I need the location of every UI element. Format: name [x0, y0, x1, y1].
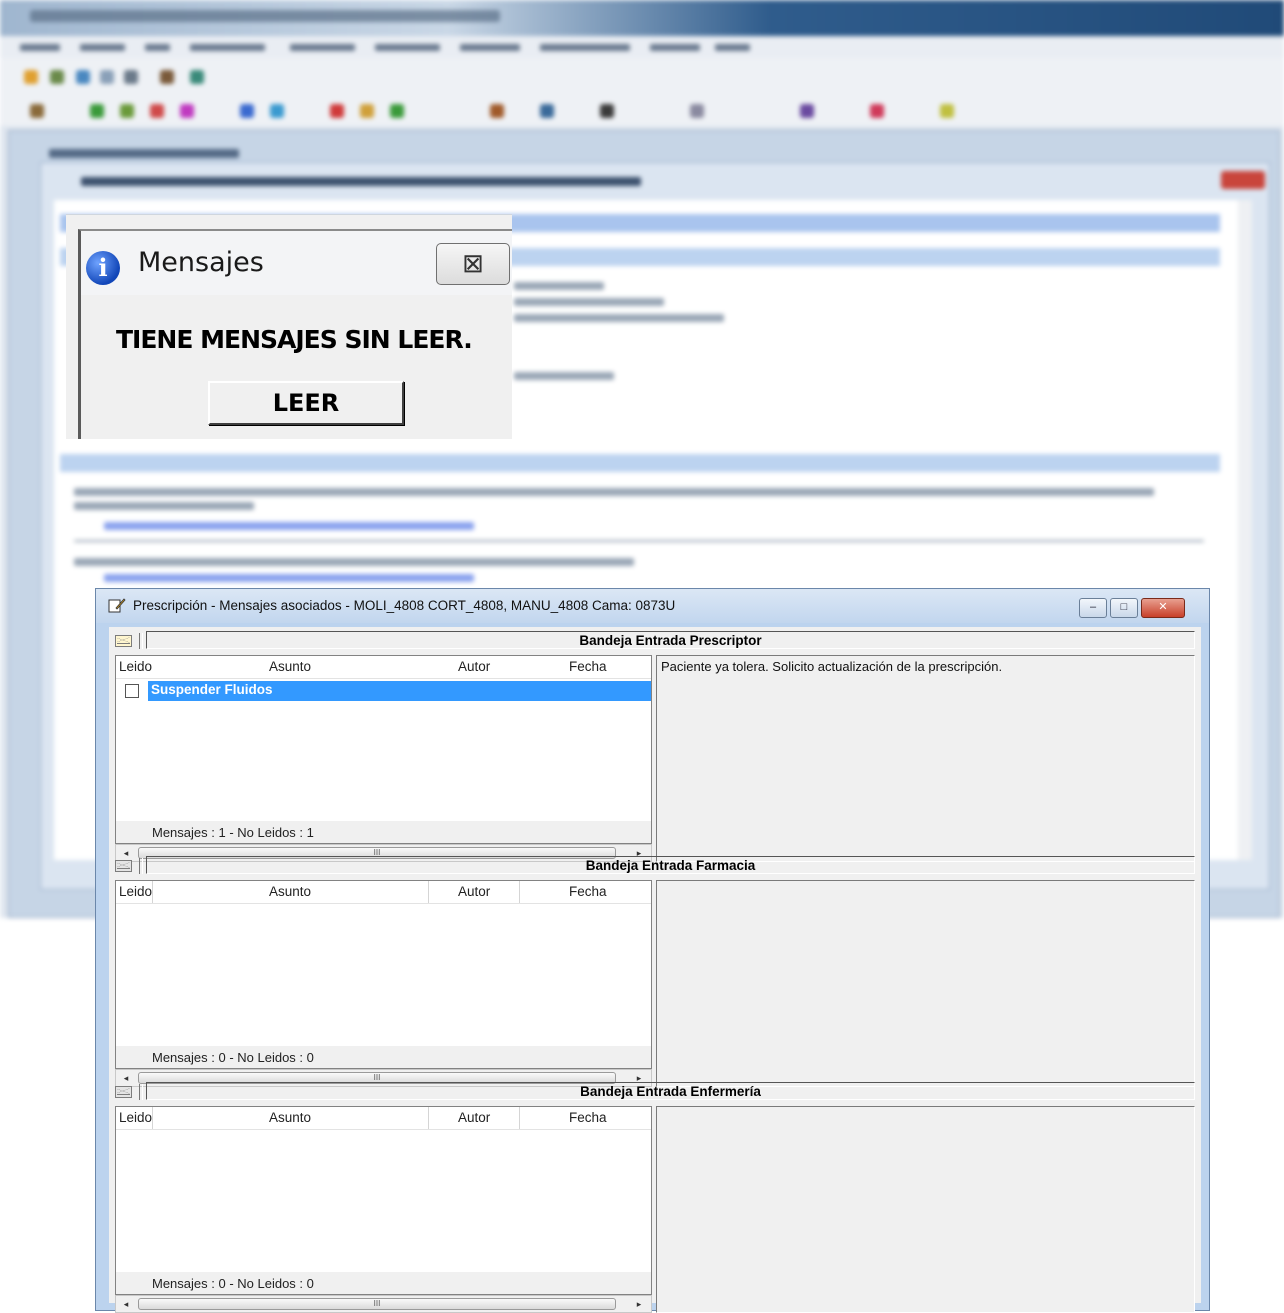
column-autor[interactable]: Autor — [458, 656, 490, 678]
prescription-messages-window: Prescripción - Mensajes asociados - MOLI… — [95, 588, 1210, 1313]
envelope-icon[interactable] — [115, 860, 132, 872]
window-title: Prescripción - Mensajes asociados - MOLI… — [133, 598, 676, 613]
tray-title: Bandeja Entrada Prescriptor — [146, 631, 1195, 649]
tray-header: Bandeja Entrada Enfermería — [109, 1082, 1201, 1102]
column-fecha[interactable]: Fecha — [569, 656, 607, 678]
background-titlebar — [0, 0, 1284, 36]
column-fecha[interactable]: Fecha — [569, 881, 607, 903]
leer-button[interactable]: LEER — [208, 381, 404, 425]
message-count: Mensajes : 1 - No Leidos : 1 — [152, 825, 314, 840]
column-asunto[interactable]: Asunto — [269, 1107, 311, 1129]
close-button[interactable]: ✕ — [1141, 598, 1185, 618]
list-header: Leido Asunto Autor Fecha — [116, 881, 651, 904]
popup-close-button[interactable]: ⊠ — [436, 243, 510, 285]
tray-enfermeria: Bandeja Entrada Enfermería Leido Asunto … — [109, 1082, 1201, 1313]
tray-title: Bandeja Entrada Farmacia — [146, 856, 1195, 874]
envelope-icon[interactable] — [115, 1086, 132, 1098]
info-icon: i — [86, 251, 120, 285]
popup-message: TIENE MENSAJES SIN LEER. — [116, 325, 473, 354]
horizontal-scrollbar[interactable]: ◂ III ▸ — [115, 1295, 652, 1313]
window-content: Bandeja Entrada Prescriptor Leido Asunto… — [109, 627, 1201, 1313]
column-fecha[interactable]: Fecha — [569, 1107, 607, 1129]
row-asunto: Suspender Fluidos — [151, 682, 273, 697]
list-header: Leido Asunto Autor Fecha — [116, 656, 651, 679]
table-row[interactable]: Suspender Fluidos — [116, 681, 651, 701]
column-asunto[interactable]: Asunto — [269, 656, 311, 678]
column-autor[interactable]: Autor — [458, 1107, 490, 1129]
column-leido[interactable]: Leido — [119, 656, 152, 678]
scroll-right-icon[interactable]: ▸ — [631, 1296, 647, 1312]
background-scrollbar — [1238, 200, 1252, 860]
window-titlebar: Prescripción - Mensajes asociados - MOLI… — [96, 589, 1209, 623]
tray-header: Bandeja Entrada Farmacia — [109, 856, 1201, 876]
minimize-button[interactable]: – — [1079, 598, 1107, 618]
column-leido[interactable]: Leido — [119, 881, 152, 903]
list-header: Leido Asunto Autor Fecha — [116, 1107, 651, 1130]
scroll-left-icon[interactable]: ◂ — [118, 1296, 134, 1312]
envelope-icon[interactable] — [115, 635, 132, 647]
messages-popup: i Mensajes ⊠ TIENE MENSAJES SIN LEER. LE… — [66, 214, 512, 439]
column-asunto[interactable]: Asunto — [269, 881, 311, 903]
background-menubar — [0, 36, 1284, 58]
toolbar-separator — [139, 633, 143, 649]
message-detail — [656, 1106, 1195, 1313]
message-count: Mensajes : 0 - No Leidos : 0 — [152, 1050, 314, 1065]
column-autor[interactable]: Autor — [458, 881, 490, 903]
tray-farmacia: Bandeja Entrada Farmacia Leido Asunto Au… — [109, 856, 1201, 1087]
tray-title: Bandeja Entrada Enfermería — [146, 1082, 1195, 1100]
message-detail — [656, 880, 1195, 1087]
column-leido[interactable]: Leido — [119, 1107, 152, 1129]
message-count: Mensajes : 0 - No Leidos : 0 — [152, 1276, 314, 1291]
message-list[interactable]: Leido Asunto Autor Fecha Suspender Fluid… — [115, 655, 652, 844]
toolbar-separator — [139, 1084, 143, 1100]
message-list[interactable]: Leido Asunto Autor Fecha Mensajes : 0 - … — [115, 880, 652, 1069]
edit-note-icon — [108, 598, 126, 613]
leido-checkbox[interactable] — [125, 684, 139, 698]
popup-title: Mensajes — [138, 247, 264, 278]
message-detail: Paciente ya tolera. Solicito actualizaci… — [656, 655, 1195, 862]
scroll-thumb[interactable]: III — [138, 1298, 616, 1310]
toolbar-separator — [139, 858, 143, 874]
tray-prescriptor: Bandeja Entrada Prescriptor Leido Asunto… — [109, 631, 1201, 862]
message-list[interactable]: Leido Asunto Autor Fecha Mensajes : 0 - … — [115, 1106, 652, 1295]
background-toolbar — [0, 94, 1284, 126]
background-toolbar — [0, 58, 1284, 94]
maximize-button[interactable]: □ — [1110, 598, 1138, 618]
tray-header: Bandeja Entrada Prescriptor — [109, 631, 1201, 651]
